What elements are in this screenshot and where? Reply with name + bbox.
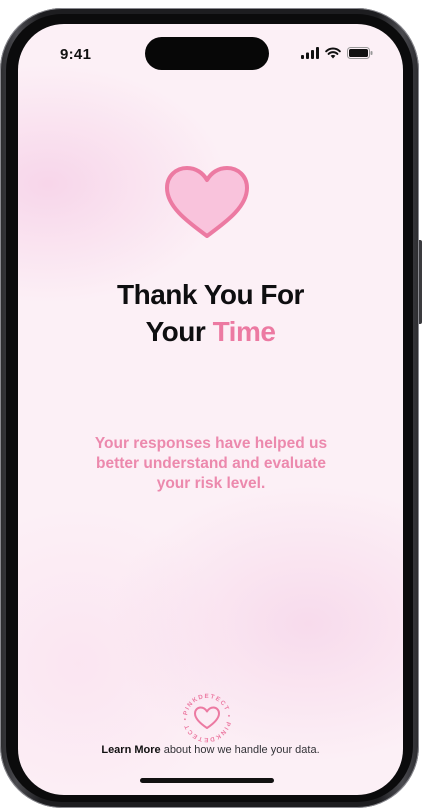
title-line-2: Your Time — [18, 313, 403, 350]
title-accent-text: Time — [212, 316, 276, 347]
heart-icon — [165, 166, 249, 238]
pinkdetect-logo-icon: PINKDETECT • PINKDETECT • — [182, 693, 232, 743]
thank-you-message: Your responses have helped us better und… — [94, 435, 328, 492]
thank-you-content: Thank You For Your Time Your responses h… — [18, 24, 403, 795]
privacy-note-text: about how we handle your data. — [160, 744, 320, 756]
title-line-1: Thank You For — [117, 279, 304, 310]
privacy-note: Learn More about how we handle your data… — [18, 744, 403, 756]
page-title: Thank You For Your Time — [18, 276, 403, 350]
home-indicator[interactable] — [140, 778, 274, 783]
learn-more-link[interactable]: Learn More — [101, 744, 160, 756]
app-screen: 9:41 Thank You For Your Time Your respon… — [18, 24, 403, 795]
title-plain-text: Your — [145, 316, 213, 347]
svg-text:PINKDETECT • PINKDETECT •: PINKDETECT • PINKDETECT • — [182, 693, 232, 743]
device-mockup: 9:41 Thank You For Your Time Your respon… — [0, 0, 423, 812]
